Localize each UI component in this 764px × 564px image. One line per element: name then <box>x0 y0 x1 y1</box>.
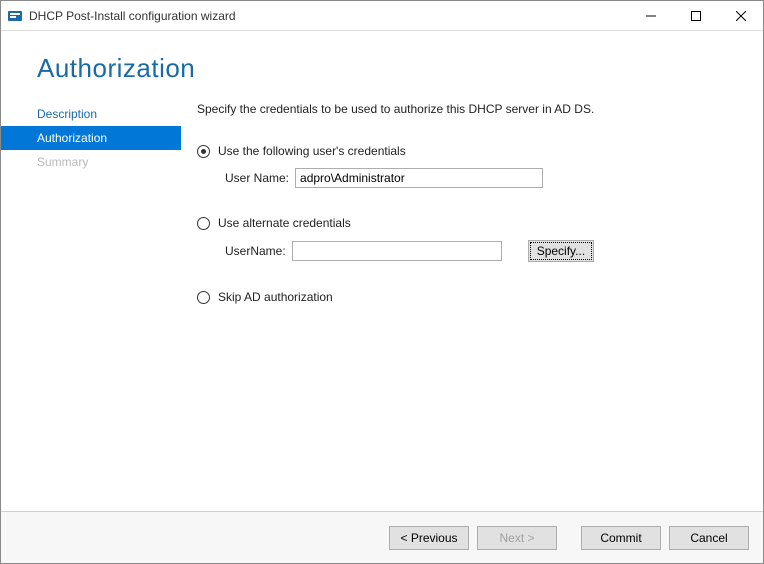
sidebar-item-authorization[interactable]: Authorization <box>1 126 181 150</box>
intro-text: Specify the credentials to be used to au… <box>197 102 735 116</box>
app-icon <box>7 8 23 24</box>
window-title: DHCP Post-Install configuration wizard <box>29 9 236 23</box>
option-label: Skip AD authorization <box>218 290 333 304</box>
wizard-footer: < Previous Next > Commit Cancel <box>1 511 763 563</box>
radio-icon[interactable] <box>197 217 210 230</box>
option-label: Use the following user's credentials <box>218 144 406 158</box>
page-header: Authorization <box>1 31 763 96</box>
wizard-content: Specify the credentials to be used to au… <box>181 96 763 500</box>
option-use-alternate-credentials[interactable]: Use alternate credentials <box>197 216 735 230</box>
option-use-following-credentials[interactable]: Use the following user's credentials <box>197 144 735 158</box>
cancel-button[interactable]: Cancel <box>669 526 749 550</box>
alt-username-label: UserName: <box>225 244 286 258</box>
next-button: Next > <box>477 526 557 550</box>
radio-icon[interactable] <box>197 145 210 158</box>
sidebar-item-description[interactable]: Description <box>1 102 181 126</box>
username-label: User Name: <box>225 171 289 185</box>
wizard-body: Description Authorization Summary Specif… <box>1 96 763 500</box>
page-title: Authorization <box>37 53 195 84</box>
option-label: Use alternate credentials <box>218 216 351 230</box>
radio-icon[interactable] <box>197 291 210 304</box>
sidebar-item-summary: Summary <box>1 150 181 174</box>
wizard-steps-sidebar: Description Authorization Summary <box>1 96 181 500</box>
close-button[interactable] <box>718 1 763 30</box>
alt-username-input[interactable] <box>292 241 502 261</box>
window-controls <box>628 1 763 30</box>
alt-username-field-row: UserName: Specify... <box>225 240 735 262</box>
maximize-button[interactable] <box>673 1 718 30</box>
specify-button[interactable]: Specify... <box>528 240 594 262</box>
option-skip-ad-authorization[interactable]: Skip AD authorization <box>197 290 735 304</box>
minimize-button[interactable] <box>628 1 673 30</box>
username-input[interactable] <box>295 168 543 188</box>
previous-button[interactable]: < Previous <box>389 526 469 550</box>
commit-button[interactable]: Commit <box>581 526 661 550</box>
titlebar: DHCP Post-Install configuration wizard <box>1 1 763 31</box>
username-field-row: User Name: <box>225 168 735 188</box>
